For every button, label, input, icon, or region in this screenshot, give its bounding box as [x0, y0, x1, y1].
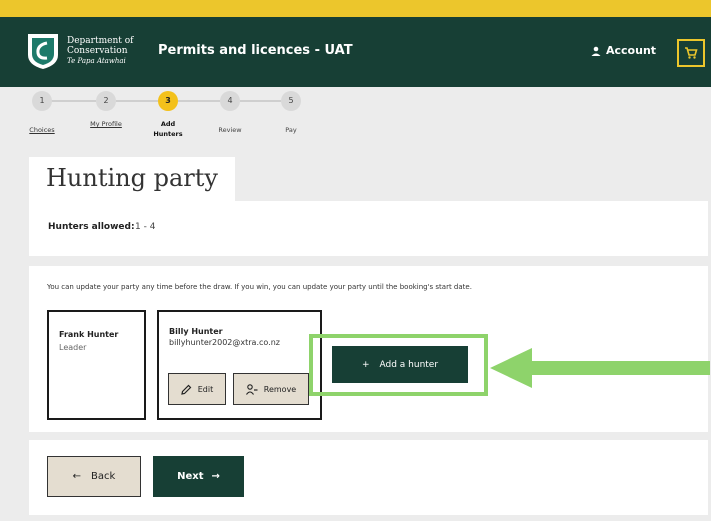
step-1-label[interactable]: Choices [22, 125, 62, 135]
step-connector [240, 100, 281, 102]
step-2-circle[interactable]: 2 [96, 91, 116, 111]
hunter-role: Leader [59, 343, 87, 352]
top-accent-stripe [0, 0, 711, 17]
add-hunter-label: Add a hunter [379, 359, 439, 370]
step-connector [178, 100, 220, 102]
edit-hunter-button[interactable]: Edit [168, 373, 226, 405]
hunter-email: billyhunter2002@xtra.co.nz [169, 338, 280, 347]
logo-line1: Department of [67, 36, 134, 46]
site-header: Department of Conservation Te Papa Atawh… [0, 17, 711, 87]
hunter-card-leader: Frank Hunter Leader [47, 310, 146, 420]
back-button[interactable]: ← Back [47, 456, 141, 497]
step-1-circle[interactable]: 1 [32, 91, 52, 111]
step-5-label: Pay [285, 126, 297, 134]
user-icon [591, 46, 601, 56]
add-hunter-button[interactable]: + Add a hunter [332, 346, 468, 383]
step-4-circle: 4 [220, 91, 240, 111]
logo-line2: Conservation [67, 46, 128, 56]
next-label: Next [177, 471, 204, 482]
remove-user-icon [245, 383, 258, 395]
hunter-card: Billy Hunter billyhunter2002@xtra.co.nz … [157, 310, 322, 420]
plus-icon: + [361, 359, 370, 370]
step-2-label[interactable]: My Profile [86, 119, 126, 129]
hunters-allowed-label: Hunters allowed: [48, 222, 135, 232]
edit-label: Edit [197, 384, 214, 394]
step-5-circle: 5 [281, 91, 301, 111]
hunter-name: Frank Hunter [59, 330, 119, 339]
logo-line3: Te Papa Atawhai [67, 57, 126, 65]
step-3-circle: 3 [158, 91, 178, 111]
step-connector [51, 100, 96, 102]
app-title: Permits and licences - UAT [158, 43, 353, 58]
logo-text: Department of Conservation Te Papa Atawh… [67, 36, 133, 66]
pencil-icon [180, 384, 192, 395]
party-info-text: You can update your party any time befor… [47, 283, 472, 291]
hunters-allowed-value: 1 - 4 [135, 222, 156, 232]
progress-stepper: 1 2 3 4 5 Choices My Profile Add Hunters… [0, 87, 711, 157]
next-button[interactable]: Next → [153, 456, 244, 497]
doc-logo[interactable]: Department of Conservation Te Papa Atawh… [25, 31, 133, 71]
step-4-label: Review [218, 126, 242, 134]
step-connector [116, 100, 158, 102]
step-3-label: Add Hunters [153, 120, 183, 138]
account-label: Account [606, 44, 657, 57]
arrow-left-icon: ← [72, 471, 82, 482]
page-title: Hunting party [46, 164, 218, 192]
remove-label: Remove [263, 384, 297, 394]
arrow-right-icon: → [211, 471, 220, 482]
pointer-arrow-icon [490, 348, 710, 388]
remove-hunter-button[interactable]: Remove [233, 373, 309, 405]
cart-button[interactable] [677, 39, 705, 67]
back-label: Back [91, 471, 116, 482]
account-link[interactable]: Account [591, 44, 656, 57]
hunter-name: Billy Hunter [169, 327, 223, 336]
doc-logo-icon [28, 34, 58, 69]
cart-icon [685, 47, 698, 59]
